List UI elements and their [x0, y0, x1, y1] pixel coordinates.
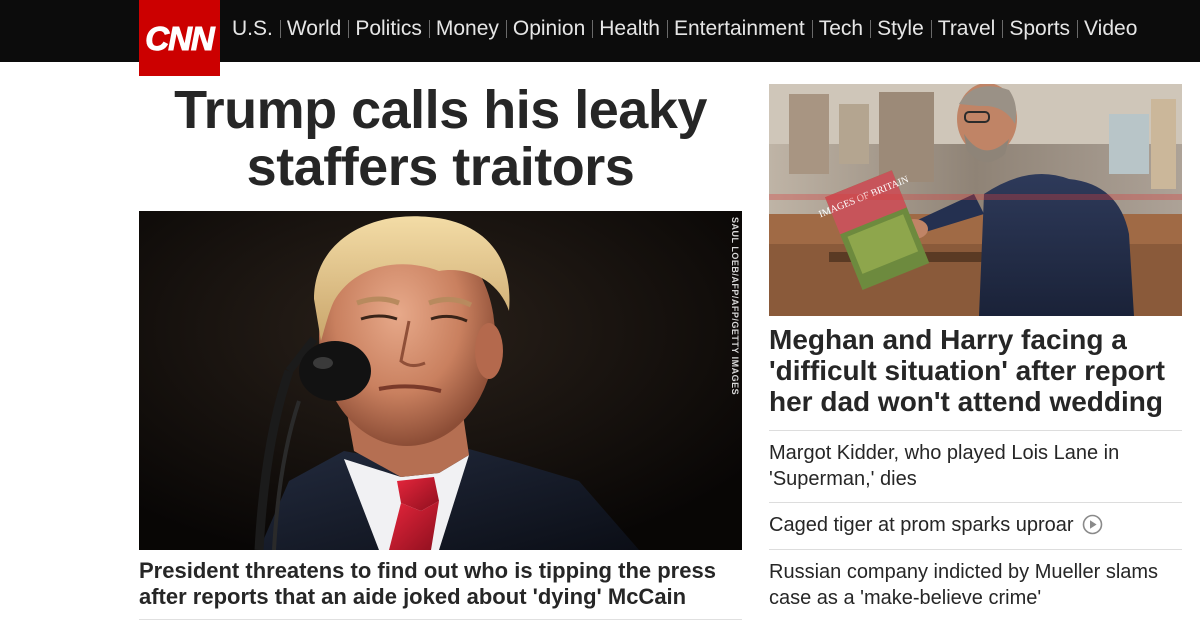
nav-link-style[interactable]: Style [877, 17, 924, 41]
nav-link-entertainment[interactable]: Entertainment [674, 17, 805, 41]
lead-headline[interactable]: Trump calls his leaky staffers traitors [139, 82, 742, 196]
story-list: Margot Kidder, who played Lois Lane in '… [769, 430, 1182, 621]
nav-item-opinion: Opinion [513, 17, 599, 41]
nav-divider [870, 20, 872, 38]
list-item[interactable]: Caged tiger at prom sparks uproar [769, 502, 1182, 549]
nav-link-opinion[interactable]: Opinion [513, 17, 585, 41]
nav-item-tech: Tech [819, 17, 877, 41]
section-nav: U.S. World Politics Money Opinion Health… [232, 0, 1137, 58]
side-headline[interactable]: Meghan and Harry facing a 'difficult sit… [769, 324, 1182, 417]
nav-item-world: World [287, 17, 355, 41]
nav-link-health[interactable]: Health [599, 17, 660, 41]
nav-divider [592, 20, 594, 38]
top-nav-bar: CNN U.S. World Politics Money Opinion He… [0, 0, 1200, 76]
side-story-image[interactable]: IMAGES OF BRITAIN [769, 84, 1182, 316]
divider [139, 619, 742, 620]
nav-item-style: Style [877, 17, 938, 41]
nav-divider [930, 20, 932, 38]
photo-credit: SAUL LOEB/AFP/AFP/GETTY IMAGES [730, 217, 740, 396]
nav-divider [505, 20, 507, 38]
trump-photo [139, 211, 742, 550]
nav-link-sports[interactable]: Sports [1009, 17, 1070, 41]
nav-link-money[interactable]: Money [436, 17, 499, 41]
lead-caption[interactable]: President threatens to find out who is t… [139, 558, 742, 610]
nav-item-travel: Travel [938, 17, 1010, 41]
list-item[interactable]: Margot Kidder, who played Lois Lane in '… [769, 430, 1182, 502]
story-link[interactable]: Margot Kidder, who played Lois Lane in '… [769, 442, 1119, 490]
nav-divider [666, 20, 668, 38]
nav-link-video[interactable]: Video [1084, 17, 1137, 41]
nav-divider [428, 20, 430, 38]
nav-item-us: U.S. [232, 17, 287, 41]
nav-link-travel[interactable]: Travel [938, 17, 996, 41]
story-link[interactable]: Caged tiger at prom sparks uproar [769, 514, 1074, 536]
nav-divider [279, 20, 281, 38]
nav-link-politics[interactable]: Politics [355, 17, 422, 41]
nav-item-health: Health [599, 17, 674, 41]
man-reading-book-photo: IMAGES OF BRITAIN [769, 84, 1182, 316]
logo-text: CNN [145, 19, 215, 57]
cnn-logo[interactable]: CNN [139, 0, 220, 76]
nav-link-us[interactable]: U.S. [232, 17, 273, 41]
nav-item-video: Video [1084, 17, 1137, 41]
nav-item-money: Money [436, 17, 513, 41]
nav-item-politics: Politics [355, 17, 436, 41]
nav-divider [1077, 20, 1079, 38]
nav-link-world[interactable]: World [287, 17, 341, 41]
play-icon [1082, 514, 1103, 535]
nav-link-tech[interactable]: Tech [819, 17, 863, 41]
story-link[interactable]: Russian company indicted by Mueller slam… [769, 561, 1158, 609]
nav-divider [811, 20, 813, 38]
list-item[interactable]: Russian company indicted by Mueller slam… [769, 549, 1182, 621]
lead-image[interactable]: SAUL LOEB/AFP/AFP/GETTY IMAGES [139, 211, 742, 550]
nav-divider [348, 20, 350, 38]
nav-item-entertainment: Entertainment [674, 17, 819, 41]
nav-item-sports: Sports [1009, 17, 1084, 41]
nav-divider [1002, 20, 1004, 38]
